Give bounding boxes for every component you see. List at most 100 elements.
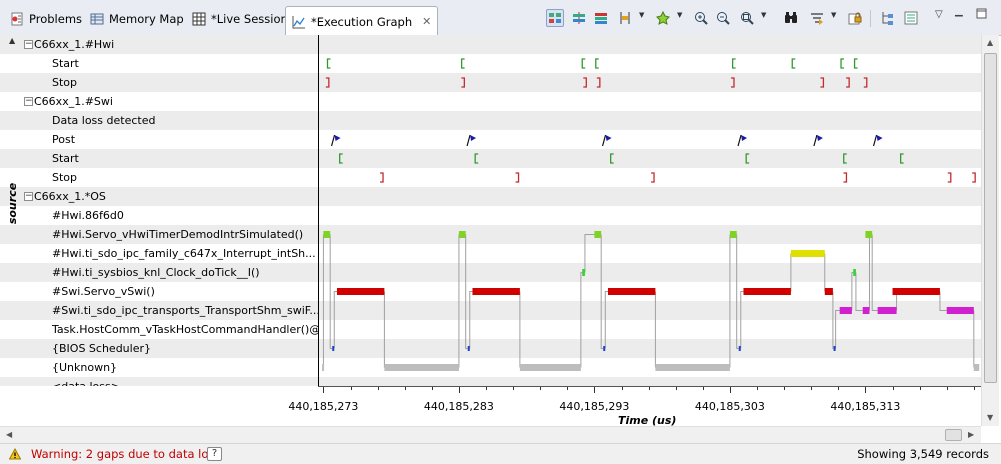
source-row[interactable]: Stop xyxy=(0,73,318,92)
vertical-scrollbar[interactable]: ▲ ▼ xyxy=(981,35,999,426)
source-row[interactable]: Stop xyxy=(0,168,318,187)
context-switch-line xyxy=(580,272,583,368)
time-axis: Time (us) 440,185,273 440,185,283 440,185,… xyxy=(288,386,981,427)
lock-icon[interactable] xyxy=(846,9,864,27)
source-row-label: Task.HostComm_vTaskHostCommandHandler()@… xyxy=(52,323,318,336)
post-flag-icon xyxy=(605,135,612,141)
maximize-icon[interactable] xyxy=(976,8,987,22)
find-icon[interactable] xyxy=(782,9,800,27)
source-row[interactable]: {Unknown} xyxy=(0,358,318,377)
post-flag-pole xyxy=(330,134,336,147)
time-axis-tick xyxy=(729,387,731,393)
scroll-up-icon[interactable]: ▲ xyxy=(987,38,993,47)
time-axis-tick-label: 440,185,303 xyxy=(694,400,765,413)
hwi-stop-marker xyxy=(820,77,825,88)
zoom-fit-icon[interactable] xyxy=(738,9,756,27)
zoom-out-icon[interactable] xyxy=(714,9,732,27)
source-axis-label: source xyxy=(6,182,20,225)
execution-segment xyxy=(467,346,470,351)
minimize-icon[interactable]: ▁ xyxy=(955,6,963,17)
view-menu-icon[interactable]: ▽ xyxy=(935,9,943,20)
filter-dropdown-icon[interactable]: ▼ xyxy=(831,11,836,19)
source-group[interactable]: − C66xx_1.*OS xyxy=(0,187,318,206)
swi-stop-marker xyxy=(651,172,655,183)
source-row[interactable]: Start xyxy=(0,54,318,73)
zoom-in-icon[interactable] xyxy=(692,9,710,27)
filter-icon[interactable] xyxy=(808,9,826,27)
source-row-label: <data loss> xyxy=(52,380,120,386)
source-row[interactable]: #Hwi.Servo_vHwiTimerDemodIntrSimulated() xyxy=(0,225,318,244)
hwi-start-marker xyxy=(326,58,331,69)
scroll-left-icon[interactable]: ◀ xyxy=(6,430,12,439)
time-axis-minor-tick xyxy=(784,387,786,390)
source-row[interactable]: #Swi.Servo_vSwi() xyxy=(0,282,318,301)
tab-label: *Live Session xyxy=(211,12,288,26)
time-axis-tick xyxy=(323,387,325,393)
collapse-icon[interactable]: − xyxy=(24,40,33,49)
horizontal-scroll-thumb[interactable] xyxy=(945,429,962,441)
close-tab-icon[interactable]: ✕ xyxy=(422,15,431,28)
hwi-stop-marker xyxy=(730,77,735,88)
source-row[interactable]: #Hwi.86f6d0 xyxy=(0,206,318,225)
execution-segment xyxy=(865,231,873,238)
zoom-fit-dropdown-icon[interactable]: ▼ xyxy=(761,11,766,19)
scroll-right-icon[interactable]: ▶ xyxy=(968,430,974,439)
swi-stop-marker xyxy=(843,172,848,183)
help-button[interactable]: ? xyxy=(207,447,222,461)
align-icon[interactable] xyxy=(546,9,564,27)
group-icon[interactable] xyxy=(570,9,588,27)
context-switch-line xyxy=(740,291,744,349)
swi-start-marker xyxy=(610,153,614,164)
source-row[interactable]: #Hwi.ti_sdo_ipc_family_c647x_Interrupt_i… xyxy=(0,244,318,263)
context-switch-line xyxy=(469,291,473,349)
hwi-stop-marker xyxy=(863,77,868,88)
marker-dropdown-icon[interactable]: ▼ xyxy=(639,11,644,19)
source-group[interactable]: − C66xx_1.#Hwi xyxy=(0,35,318,54)
measure-icon[interactable] xyxy=(592,9,610,27)
problems-icon xyxy=(10,12,24,26)
context-switch-line xyxy=(584,234,595,273)
time-axis-minor-tick xyxy=(702,387,704,390)
source-group[interactable]: − C66xx_1.#Swi xyxy=(0,92,318,111)
execution-graph-plot[interactable] xyxy=(318,35,981,386)
execution-segment xyxy=(603,346,606,351)
source-row[interactable]: Start xyxy=(0,149,318,168)
source-row[interactable]: {BIOS Scheduler} xyxy=(0,339,318,358)
time-axis-tick-label: 440,185,273 xyxy=(288,400,359,413)
tab-problems[interactable]: Problems xyxy=(6,8,86,30)
source-row-label: C66xx_1.#Hwi xyxy=(34,38,115,51)
execution-segment xyxy=(607,288,656,295)
source-row[interactable]: #Hwi.ti_sysbios_knl_Clock_doTick__I() xyxy=(0,263,318,282)
time-cursor[interactable] xyxy=(318,35,319,387)
bookmark-dropdown-icon[interactable]: ▼ xyxy=(677,11,682,19)
source-row[interactable]: Data loss detected xyxy=(0,111,318,130)
execution-segment xyxy=(833,346,836,351)
tab-memory-map[interactable]: Memory Map xyxy=(86,8,188,30)
source-row[interactable]: <data loss> xyxy=(0,377,318,386)
context-switch-line xyxy=(604,291,608,349)
properties-icon[interactable] xyxy=(902,9,920,27)
hwi-start-marker xyxy=(581,58,586,69)
scroll-up-arrow-icon[interactable]: ▲ xyxy=(9,36,15,45)
source-row-label: {BIOS Scheduler} xyxy=(52,342,151,355)
context-switch-line xyxy=(939,291,947,311)
execution-segment xyxy=(332,346,335,351)
horizontal-scrollbar[interactable]: ◀ ▶ xyxy=(0,426,981,443)
source-row[interactable]: Post xyxy=(0,130,318,149)
source-row[interactable]: Task.HostComm_vTaskHostCommandHandler()@… xyxy=(0,320,318,339)
collapse-icon[interactable]: − xyxy=(24,97,33,106)
execution-segment xyxy=(853,269,856,276)
vertical-scroll-thumb[interactable] xyxy=(984,53,997,383)
bookmark-icon[interactable] xyxy=(654,9,672,27)
tab-live-session[interactable]: *Live Session xyxy=(188,8,292,30)
post-flag-icon xyxy=(876,135,883,141)
source-row-label: Stop xyxy=(52,76,78,89)
tree-icon[interactable] xyxy=(878,9,896,27)
memory-map-icon xyxy=(90,12,104,26)
source-row[interactable]: #Swi.ti_sdo_ipc_transports_TransportShm_… xyxy=(0,301,318,320)
scroll-down-icon[interactable]: ▼ xyxy=(987,413,993,422)
context-switch-line xyxy=(835,310,840,349)
collapse-icon[interactable]: − xyxy=(24,192,33,201)
marker-icon[interactable] xyxy=(616,9,634,27)
tab-execution-graph[interactable]: *Execution Graph ✕ xyxy=(285,6,439,36)
